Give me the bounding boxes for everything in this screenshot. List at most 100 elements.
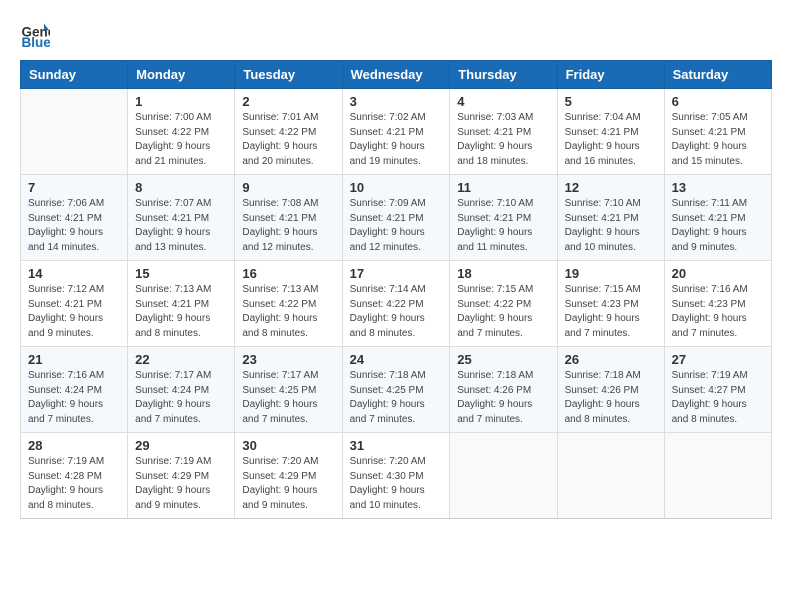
calendar-cell: 28 Sunrise: 7:19 AMSunset: 4:28 PMDayligh…: [21, 433, 128, 519]
logo: General Blue: [20, 20, 54, 50]
calendar-table: SundayMondayTuesdayWednesdayThursdayFrid…: [20, 60, 772, 519]
calendar-cell: 3 Sunrise: 7:02 AMSunset: 4:21 PMDaylight…: [342, 89, 450, 175]
day-number: 12: [565, 180, 657, 195]
day-number: 20: [672, 266, 764, 281]
day-number: 22: [135, 352, 227, 367]
day-info: Sunrise: 7:19 AMSunset: 4:29 PMDaylight:…: [135, 455, 227, 513]
page-header: General Blue: [20, 20, 772, 50]
svg-text:Blue: Blue: [22, 35, 51, 50]
day-number: 14: [28, 266, 120, 281]
day-number: 21: [28, 352, 120, 367]
weekday-header: Thursday: [450, 61, 557, 89]
day-info: Sunrise: 7:07 AMSunset: 4:21 PMDaylight:…: [135, 197, 227, 255]
calendar-cell: 23 Sunrise: 7:17 AMSunset: 4:25 PMDayligh…: [235, 347, 342, 433]
calendar-header-row: SundayMondayTuesdayWednesdayThursdayFrid…: [21, 61, 772, 89]
day-number: 30: [242, 438, 334, 453]
calendar-week-row: 7 Sunrise: 7:06 AMSunset: 4:21 PMDaylight…: [21, 175, 772, 261]
day-number: 17: [350, 266, 443, 281]
day-number: 8: [135, 180, 227, 195]
calendar-cell: 12 Sunrise: 7:10 AMSunset: 4:21 PMDayligh…: [557, 175, 664, 261]
logo-icon: General Blue: [20, 20, 50, 50]
day-number: 16: [242, 266, 334, 281]
calendar-week-row: 21Sunrise: 7:16 AMSunset: 4:24 PMDayligh…: [21, 347, 772, 433]
calendar-cell: [21, 89, 128, 175]
day-info: Sunrise: 7:06 AMSunset: 4:21 PMDaylight:…: [28, 197, 120, 255]
calendar-cell: 11 Sunrise: 7:10 AMSunset: 4:21 PMDayligh…: [450, 175, 557, 261]
calendar-week-row: 28 Sunrise: 7:19 AMSunset: 4:28 PMDayligh…: [21, 433, 772, 519]
day-number: 29: [135, 438, 227, 453]
day-number: 23: [242, 352, 334, 367]
day-info: Sunrise: 7:20 AMSunset: 4:30 PMDaylight:…: [350, 455, 443, 513]
calendar-cell: 2 Sunrise: 7:01 AMSunset: 4:22 PMDaylight…: [235, 89, 342, 175]
day-info: Sunrise: 7:03 AMSunset: 4:21 PMDaylight:…: [457, 111, 549, 169]
day-info: Sunrise: 7:20 AMSunset: 4:29 PMDaylight:…: [242, 455, 334, 513]
calendar-cell: 22 Sunrise: 7:17 AMSunset: 4:24 PMDayligh…: [128, 347, 235, 433]
calendar-cell: 17 Sunrise: 7:14 AMSunset: 4:22 PMDayligh…: [342, 261, 450, 347]
day-number: 26: [565, 352, 657, 367]
calendar-cell: 10 Sunrise: 7:09 AMSunset: 4:21 PMDayligh…: [342, 175, 450, 261]
day-number: 2: [242, 94, 334, 109]
weekday-header: Wednesday: [342, 61, 450, 89]
calendar-cell: 24 Sunrise: 7:18 AMSunset: 4:25 PMDayligh…: [342, 347, 450, 433]
day-info: Sunrise: 7:12 AMSunset: 4:21 PMDaylight:…: [28, 283, 120, 341]
day-info: Sunrise: 7:10 AMSunset: 4:21 PMDaylight:…: [565, 197, 657, 255]
day-info: Sunrise: 7:14 AMSunset: 4:22 PMDaylight:…: [350, 283, 443, 341]
weekday-header: Saturday: [664, 61, 771, 89]
calendar-cell: 25 Sunrise: 7:18 AMSunset: 4:26 PMDayligh…: [450, 347, 557, 433]
day-info: Sunrise: 7:01 AMSunset: 4:22 PMDaylight:…: [242, 111, 334, 169]
day-info: Sunrise: 7:17 AMSunset: 4:25 PMDaylight:…: [242, 369, 334, 427]
calendar-cell: 9Sunrise: 7:08 AMSunset: 4:21 PMDaylight…: [235, 175, 342, 261]
day-number: 25: [457, 352, 549, 367]
day-info: Sunrise: 7:00 AMSunset: 4:22 PMDaylight:…: [135, 111, 227, 169]
calendar-cell: 14 Sunrise: 7:12 AMSunset: 4:21 PMDayligh…: [21, 261, 128, 347]
day-number: 19: [565, 266, 657, 281]
calendar-cell: 29 Sunrise: 7:19 AMSunset: 4:29 PMDayligh…: [128, 433, 235, 519]
calendar-cell: 19 Sunrise: 7:15 AMSunset: 4:23 PMDayligh…: [557, 261, 664, 347]
calendar-cell: 7 Sunrise: 7:06 AMSunset: 4:21 PMDaylight…: [21, 175, 128, 261]
calendar-cell: [557, 433, 664, 519]
calendar-week-row: 14 Sunrise: 7:12 AMSunset: 4:21 PMDayligh…: [21, 261, 772, 347]
day-number: 31: [350, 438, 443, 453]
day-info: Sunrise: 7:18 AMSunset: 4:26 PMDaylight:…: [565, 369, 657, 427]
day-info: Sunrise: 7:17 AMSunset: 4:24 PMDaylight:…: [135, 369, 227, 427]
day-info: Sunrise: 7:18 AMSunset: 4:25 PMDaylight:…: [350, 369, 443, 427]
weekday-header: Sunday: [21, 61, 128, 89]
day-info: Sunrise: 7:11 AMSunset: 4:21 PMDaylight:…: [672, 197, 764, 255]
calendar-cell: 1 Sunrise: 7:00 AMSunset: 4:22 PMDaylight…: [128, 89, 235, 175]
day-number: 24: [350, 352, 443, 367]
day-info: Sunrise: 7:15 AMSunset: 4:23 PMDaylight:…: [565, 283, 657, 341]
day-info: Sunrise: 7:09 AMSunset: 4:21 PMDaylight:…: [350, 197, 443, 255]
calendar-cell: 20Sunrise: 7:16 AMSunset: 4:23 PMDayligh…: [664, 261, 771, 347]
calendar-cell: [664, 433, 771, 519]
calendar-cell: 5Sunrise: 7:04 AMSunset: 4:21 PMDaylight…: [557, 89, 664, 175]
calendar-week-row: 1 Sunrise: 7:00 AMSunset: 4:22 PMDaylight…: [21, 89, 772, 175]
calendar-cell: 8 Sunrise: 7:07 AMSunset: 4:21 PMDaylight…: [128, 175, 235, 261]
calendar-cell: 6 Sunrise: 7:05 AMSunset: 4:21 PMDaylight…: [664, 89, 771, 175]
calendar-cell: 31 Sunrise: 7:20 AMSunset: 4:30 PMDayligh…: [342, 433, 450, 519]
day-info: Sunrise: 7:19 AMSunset: 4:28 PMDaylight:…: [28, 455, 120, 513]
calendar-cell: 4 Sunrise: 7:03 AMSunset: 4:21 PMDaylight…: [450, 89, 557, 175]
calendar-cell: 15Sunrise: 7:13 AMSunset: 4:21 PMDayligh…: [128, 261, 235, 347]
day-number: 15: [135, 266, 227, 281]
day-number: 7: [28, 180, 120, 195]
day-info: Sunrise: 7:02 AMSunset: 4:21 PMDaylight:…: [350, 111, 443, 169]
day-info: Sunrise: 7:05 AMSunset: 4:21 PMDaylight:…: [672, 111, 764, 169]
calendar-cell: 13Sunrise: 7:11 AMSunset: 4:21 PMDayligh…: [664, 175, 771, 261]
day-info: Sunrise: 7:04 AMSunset: 4:21 PMDaylight:…: [565, 111, 657, 169]
day-info: Sunrise: 7:08 AMSunset: 4:21 PMDaylight:…: [242, 197, 334, 255]
day-info: Sunrise: 7:15 AMSunset: 4:22 PMDaylight:…: [457, 283, 549, 341]
calendar-cell: 27Sunrise: 7:19 AMSunset: 4:27 PMDayligh…: [664, 347, 771, 433]
day-number: 27: [672, 352, 764, 367]
day-number: 28: [28, 438, 120, 453]
day-number: 11: [457, 180, 549, 195]
calendar-cell: 21Sunrise: 7:16 AMSunset: 4:24 PMDayligh…: [21, 347, 128, 433]
day-info: Sunrise: 7:13 AMSunset: 4:22 PMDaylight:…: [242, 283, 334, 341]
day-number: 3: [350, 94, 443, 109]
day-number: 6: [672, 94, 764, 109]
day-number: 10: [350, 180, 443, 195]
day-info: Sunrise: 7:18 AMSunset: 4:26 PMDaylight:…: [457, 369, 549, 427]
day-number: 4: [457, 94, 549, 109]
day-number: 1: [135, 94, 227, 109]
day-info: Sunrise: 7:10 AMSunset: 4:21 PMDaylight:…: [457, 197, 549, 255]
weekday-header: Friday: [557, 61, 664, 89]
